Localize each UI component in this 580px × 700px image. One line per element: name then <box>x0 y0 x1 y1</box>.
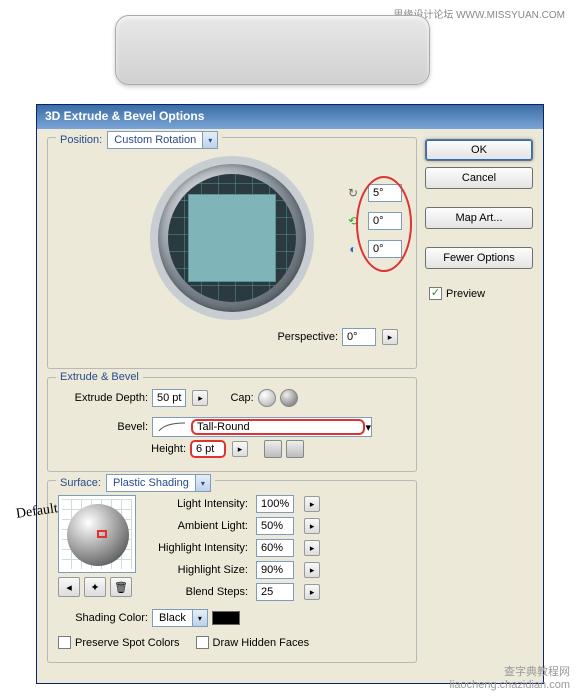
light-intensity-input[interactable]: 100% <box>256 495 294 513</box>
rotate-y-input[interactable]: 0° <box>368 212 402 230</box>
new-light-button[interactable]: ✦ <box>84 577 106 597</box>
extrude-depth-input[interactable]: 50 pt <box>152 389 186 407</box>
highlight-intensity-stepper[interactable]: ▸ <box>304 540 320 556</box>
rotate-x-input[interactable]: 5° <box>368 184 402 202</box>
light-intensity-stepper[interactable]: ▸ <box>304 496 320 512</box>
chevron-down-icon: ▾ <box>195 475 210 491</box>
map-art-button[interactable]: Map Art... <box>425 207 533 229</box>
shading-color-label: Shading Color: <box>58 612 148 624</box>
rotation-preview[interactable] <box>132 152 332 324</box>
chevron-down-icon: ▾ <box>192 610 207 626</box>
preview-checkbox[interactable]: ✓ <box>429 287 442 300</box>
bevel-label: Bevel: <box>58 421 148 433</box>
highlight-size-label: Highlight Size: <box>148 564 248 576</box>
height-label: Height: <box>58 443 186 455</box>
ok-button[interactable]: OK <box>425 139 533 161</box>
cap-on-icon[interactable] <box>258 389 276 407</box>
ambient-label: Ambient Light: <box>148 520 248 532</box>
highlight-intensity-input[interactable]: 60% <box>256 539 294 557</box>
dialog-3d-extrude-bevel: 3D Extrude & Bevel Options Position: Cus… <box>36 104 544 684</box>
cancel-button[interactable]: Cancel <box>425 167 533 189</box>
watermark-bottom: 查字典教程网 liaocheng.chazidian.com <box>450 666 570 692</box>
shading-color-select[interactable]: Black▾ <box>152 609 208 627</box>
chevron-down-icon: ▾ <box>365 421 371 434</box>
preserve-spot-checkbox[interactable]: Preserve Spot Colors <box>58 636 180 649</box>
blend-steps-label: Blend Steps: <box>148 586 248 598</box>
rotate-x-icon: ↻ <box>344 186 362 200</box>
rotate-z-input[interactable]: 0° <box>368 240 402 258</box>
bevel-select[interactable]: Tall-Round ▾ <box>152 417 372 437</box>
bevel-shape-icon <box>153 421 191 433</box>
draw-hidden-checkbox[interactable]: Draw Hidden Faces <box>196 636 310 649</box>
position-legend: Position: Custom Rotation▾ <box>56 131 222 149</box>
cap-label: Cap: <box>230 392 253 404</box>
height-input[interactable]: 6 pt <box>190 440 226 458</box>
light-marker[interactable] <box>97 530 107 538</box>
dialog-titlebar: 3D Extrude & Bevel Options <box>37 105 543 129</box>
position-group: Position: Custom Rotation▾ ↻ <box>47 137 417 369</box>
extrude-bevel-group: Extrude & Bevel Extrude Depth: 50 pt ▸ C… <box>47 377 417 472</box>
light-sphere-preview[interactable] <box>58 495 136 573</box>
perspective-input[interactable]: 0° <box>342 328 376 346</box>
highlight-intensity-label: Highlight Intensity: <box>148 542 248 554</box>
rotate-z-icon: ◐ <box>344 242 362 256</box>
preview-label: Preview <box>446 288 485 300</box>
ambient-input[interactable]: 50% <box>256 517 294 535</box>
height-stepper[interactable]: ▸ <box>232 441 248 457</box>
bevel-in-icon[interactable] <box>264 440 282 458</box>
ambient-stepper[interactable]: ▸ <box>304 518 320 534</box>
cap-off-icon[interactable] <box>280 389 298 407</box>
rotate-y-icon: ⟲ <box>344 214 362 228</box>
blend-steps-input[interactable]: 25 <box>256 583 294 601</box>
blend-steps-stepper[interactable]: ▸ <box>304 584 320 600</box>
delete-light-button[interactable]: 🗑 <box>110 577 132 597</box>
bevel-out-icon[interactable] <box>286 440 304 458</box>
highlight-size-stepper[interactable]: ▸ <box>304 562 320 578</box>
extrude-legend: Extrude & Bevel <box>56 371 143 383</box>
surface-select[interactable]: Plastic Shading▾ <box>106 474 211 492</box>
rotation-preset-select[interactable]: Custom Rotation▾ <box>107 131 218 149</box>
extrude-depth-label: Extrude Depth: <box>58 392 148 404</box>
surface-group: Surface: Plastic Shading▾ ◂ <box>47 480 417 663</box>
demo-button-artwork <box>115 15 430 85</box>
highlight-size-input[interactable]: 90% <box>256 561 294 579</box>
surface-legend: Surface: Plastic Shading▾ <box>56 474 215 492</box>
fewer-options-button[interactable]: Fewer Options <box>425 247 533 269</box>
chevron-down-icon: ▾ <box>202 132 217 148</box>
shading-color-swatch[interactable] <box>212 611 240 625</box>
move-light-back-button[interactable]: ◂ <box>58 577 80 597</box>
light-intensity-label: Light Intensity: <box>148 498 248 510</box>
perspective-stepper[interactable]: ▸ <box>382 329 398 345</box>
extrude-depth-stepper[interactable]: ▸ <box>192 390 208 406</box>
perspective-label: Perspective: <box>277 331 338 343</box>
